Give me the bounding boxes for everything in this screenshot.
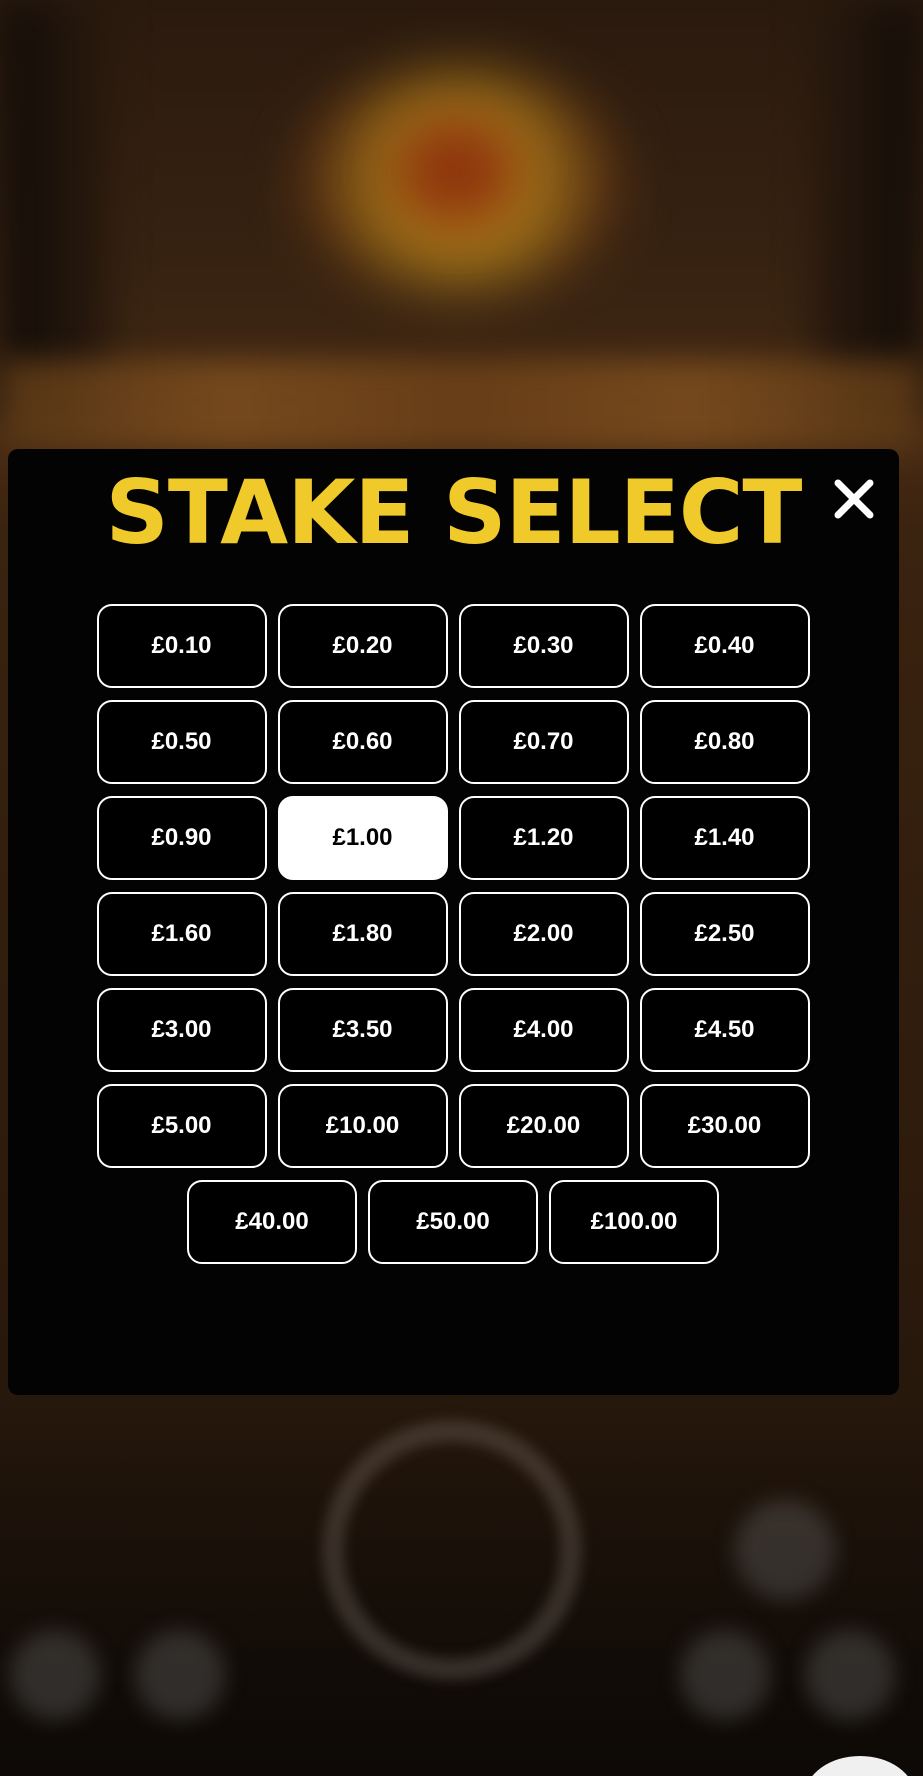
stake-option-button[interactable]: £4.50	[639, 988, 810, 1072]
curtain-right	[813, 0, 923, 420]
stake-option-button[interactable]: £0.40	[639, 604, 810, 688]
stake-option-button[interactable]: £20.00	[458, 1084, 629, 1168]
stake-option-button[interactable]: £3.00	[96, 988, 267, 1072]
stake-option-button[interactable]: £0.50	[96, 700, 267, 784]
menu-button-blurred	[10, 1630, 100, 1720]
stake-option-button[interactable]: £0.60	[277, 700, 448, 784]
stake-option-button[interactable]: £3.50	[277, 988, 448, 1072]
stake-option-button[interactable]: £2.00	[458, 892, 629, 976]
stake-option-button[interactable]: £0.30	[458, 604, 629, 688]
stake-option-button[interactable]: £100.00	[549, 1180, 719, 1264]
close-button[interactable]	[830, 475, 878, 523]
stake-option-button[interactable]: £1.00	[277, 796, 448, 880]
stake-option-button[interactable]: £40.00	[187, 1180, 357, 1264]
stake-option-button[interactable]: £10.00	[277, 1084, 448, 1168]
stake-option-button[interactable]: £1.80	[277, 892, 448, 976]
stake-option-button[interactable]: £4.00	[458, 988, 629, 1072]
stake-option-button[interactable]: £1.20	[458, 796, 629, 880]
stake-plus-button-blurred	[805, 1630, 895, 1720]
reel-band-blurred	[0, 360, 923, 450]
stake-option-button[interactable]: £1.40	[639, 796, 810, 880]
stake-option-button[interactable]: £50.00	[368, 1180, 538, 1264]
autoplay-button-blurred	[735, 1500, 835, 1600]
game-logo-core-blurred	[395, 120, 515, 220]
spin-button-blurred	[322, 1420, 582, 1680]
modal-title: STAKE SELECT	[105, 461, 803, 564]
stake-option-button[interactable]: £30.00	[639, 1084, 810, 1168]
stake-option-button[interactable]: £0.10	[96, 604, 267, 688]
stake-select-modal: STAKE SELECT £0.10 £0.20 £0.30 £0.40 £0.50 £0…	[8, 449, 899, 1395]
stake-option-button[interactable]: £2.50	[639, 892, 810, 976]
stake-options-grid: £0.10 £0.20 £0.30 £0.40 £0.50 £0.60 £0.70 £0.80…	[92, 604, 814, 1264]
close-icon	[834, 479, 874, 519]
stake-option-button[interactable]: £0.70	[458, 700, 629, 784]
stake-option-button[interactable]: £0.20	[277, 604, 448, 688]
stake-option-button[interactable]: £0.90	[96, 796, 267, 880]
stake-option-button[interactable]: £0.80	[639, 700, 810, 784]
curtain-left	[0, 0, 110, 420]
stake-minus-button-blurred	[680, 1630, 770, 1720]
sound-button-blurred	[135, 1630, 225, 1720]
stake-option-button[interactable]: £1.60	[96, 892, 267, 976]
stake-option-button[interactable]: £5.00	[96, 1084, 267, 1168]
